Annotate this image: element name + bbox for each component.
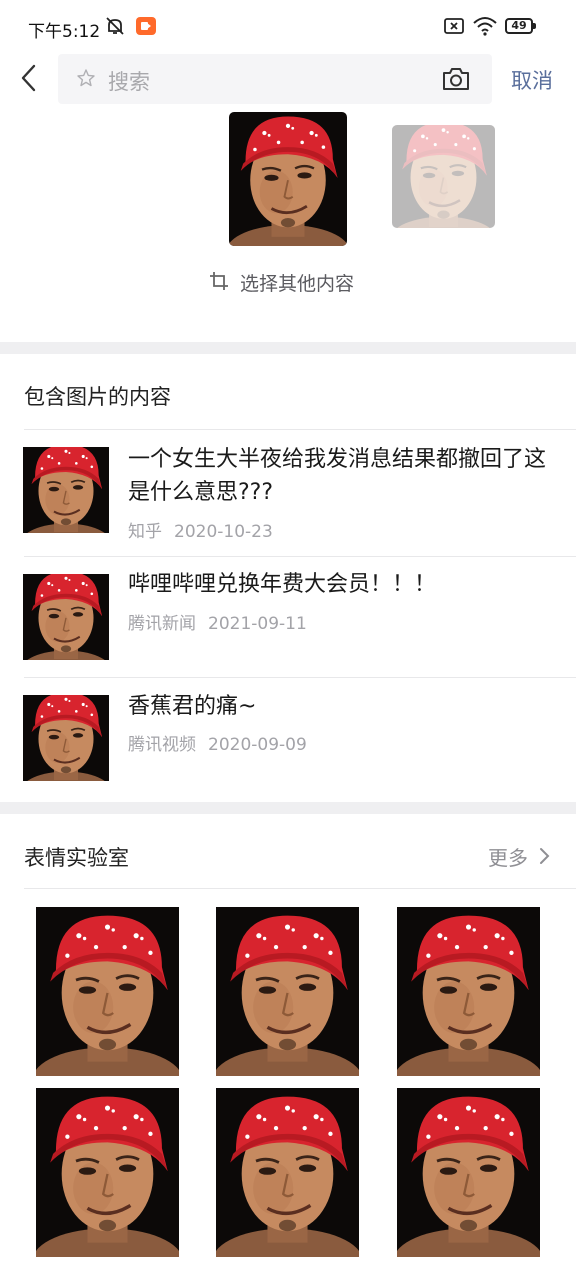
list-item[interactable]: 哔哩哔哩兑换年费大会员！！！ 腾讯新闻 2021-09-11 bbox=[0, 556, 576, 677]
emoji-tile[interactable] bbox=[36, 1088, 179, 1257]
alternate-image[interactable] bbox=[392, 125, 495, 228]
screen-record-icon bbox=[136, 17, 156, 35]
item-meta: 腾讯新闻 2021-09-11 bbox=[128, 609, 307, 634]
back-button[interactable] bbox=[14, 60, 46, 96]
chevron-right-icon[interactable] bbox=[537, 845, 553, 867]
sim-off-icon bbox=[442, 15, 466, 37]
section-divider bbox=[0, 342, 576, 354]
crop-icon bbox=[208, 270, 230, 292]
item-meta: 腾讯视频 2020-09-09 bbox=[128, 730, 307, 755]
item-thumbnail bbox=[23, 695, 109, 781]
item-date: 2021-09-11 bbox=[208, 614, 307, 634]
list-item[interactable]: 香蕉君的痛~ 腾讯视频 2020-09-09 bbox=[0, 677, 576, 797]
emoji-tile[interactable] bbox=[216, 1088, 359, 1257]
star-icon bbox=[76, 68, 96, 88]
item-meta: 知乎 2020-10-23 bbox=[128, 517, 273, 542]
item-source: 知乎 bbox=[128, 522, 162, 542]
item-date: 2020-10-23 bbox=[174, 522, 273, 542]
item-title: 一个女生大半夜给我发消息结果都撤回了这是什么意思??? bbox=[128, 447, 547, 505]
battery-icon: 49 bbox=[505, 18, 536, 34]
item-thumbnail bbox=[23, 447, 109, 533]
list-item[interactable]: 一个女生大半夜给我发消息结果都撤回了这是什么意思??? 知乎 2020-10-23 bbox=[0, 429, 576, 556]
emoji-tile[interactable] bbox=[216, 907, 359, 1076]
divider bbox=[24, 888, 576, 889]
item-title: 哔哩哔哩兑换年费大会员！！！ bbox=[128, 572, 437, 597]
emoji-tile[interactable] bbox=[36, 907, 179, 1076]
item-title: 香蕉君的痛~ bbox=[128, 694, 257, 719]
more-link[interactable]: 更多 bbox=[488, 842, 528, 871]
section-divider bbox=[0, 802, 576, 814]
item-source: 腾讯视频 bbox=[128, 735, 196, 755]
notification-muted-icon bbox=[104, 15, 126, 37]
camera-icon[interactable] bbox=[441, 66, 471, 92]
item-date: 2020-09-09 bbox=[208, 735, 307, 755]
emoji-lab-title: 表情实验室 bbox=[24, 846, 129, 870]
item-thumbnail bbox=[23, 574, 109, 660]
emoji-tile[interactable] bbox=[397, 1088, 540, 1257]
status-time: 下午5:12 bbox=[28, 22, 101, 42]
back-arrow-icon bbox=[21, 64, 36, 92]
wifi-icon bbox=[472, 15, 498, 37]
emoji-tile[interactable] bbox=[397, 907, 540, 1076]
select-other-label: 选择其他内容 bbox=[240, 273, 355, 295]
search-box[interactable]: 搜索 bbox=[58, 54, 492, 104]
cancel-button[interactable]: 取消 bbox=[511, 65, 553, 95]
status-bar: 下午5:12 49 bbox=[0, 0, 576, 56]
content-section-title: 包含图片的内容 bbox=[24, 385, 171, 409]
selected-image[interactable] bbox=[229, 112, 347, 246]
item-source: 腾讯新闻 bbox=[128, 614, 196, 634]
search-input[interactable]: 搜索 bbox=[108, 66, 150, 96]
